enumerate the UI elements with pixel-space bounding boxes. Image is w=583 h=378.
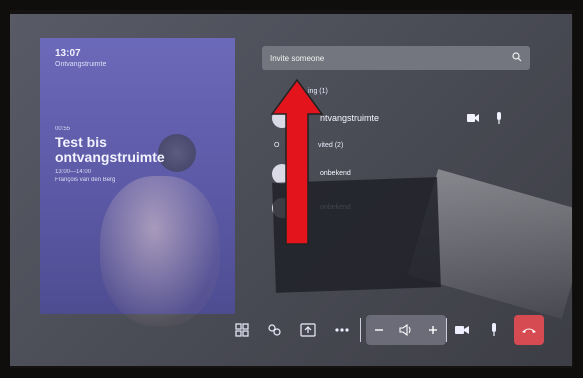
speaker-icon	[399, 324, 411, 336]
meeting-title: Test bis ontvangstruimte	[55, 134, 165, 165]
toolbar-divider	[446, 318, 447, 342]
hang-up-icon	[522, 328, 536, 333]
more-options-icon[interactable]	[332, 320, 352, 340]
mic-toggle-icon[interactable]	[484, 320, 504, 340]
volume-up-icon[interactable]	[428, 325, 438, 335]
meeting-organizer: François van den Berg	[55, 177, 116, 183]
volume-down-icon[interactable]	[374, 325, 384, 335]
search-icon[interactable]	[512, 52, 522, 62]
hand-reflection	[100, 176, 220, 326]
participant-name: onbekend	[320, 170, 351, 177]
video-toggle-icon[interactable]	[452, 320, 472, 340]
participants-icon[interactable]	[264, 320, 284, 340]
meeting-time-range: 13:00—14:00	[55, 169, 92, 175]
red-arrow-annotation	[270, 78, 324, 245]
microphone-icon[interactable]	[494, 112, 504, 124]
layout-grid-icon[interactable]	[232, 320, 252, 340]
meeting-duration: 00:55	[55, 126, 71, 132]
toolbar-divider	[360, 318, 361, 342]
clock-time: 13:07	[55, 48, 81, 59]
share-screen-icon[interactable]	[298, 320, 318, 340]
room-name: Ontvangstruimte	[55, 61, 107, 68]
end-call-button[interactable]	[514, 315, 544, 345]
invite-search-input[interactable]: Invite someone	[262, 46, 530, 70]
invite-placeholder: Invite someone	[270, 53, 325, 63]
call-toolbar	[228, 312, 558, 348]
volume-control	[366, 315, 446, 345]
participant-name: ntvangstruimte	[320, 113, 380, 123]
video-camera-icon[interactable]	[466, 112, 480, 124]
